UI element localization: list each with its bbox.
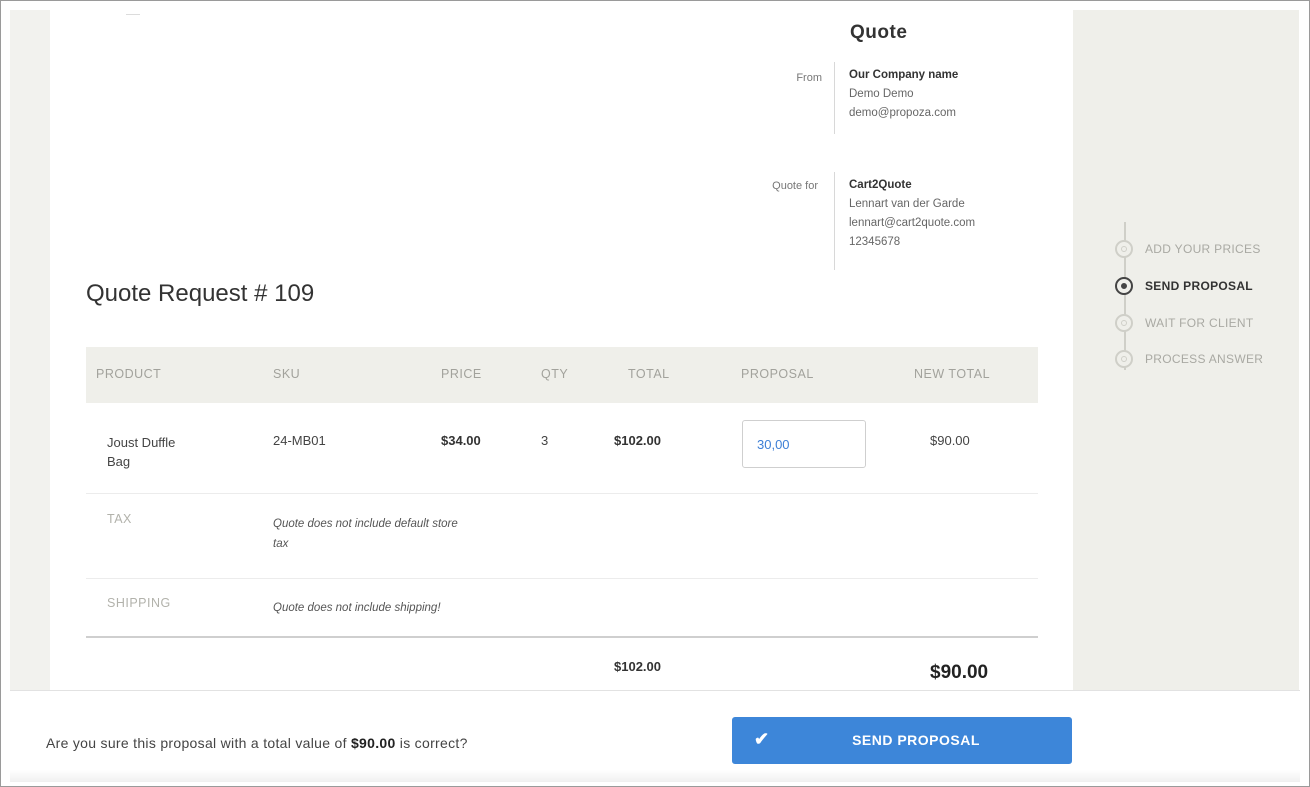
shipping-note: Quote does not include shipping! [273,602,441,614]
table-header: PRODUCT SKU PRICE QTY TOTAL PROPOSAL NEW… [86,347,1038,403]
item-total: $102.00 [614,433,661,448]
totals-divider [86,636,1038,638]
step-pending-icon [1115,240,1133,258]
quote-for-address: Cart2Quote Lennart van der Garde lennart… [849,176,975,252]
step-pending-icon [1115,350,1133,368]
header-product: PRODUCT [96,367,162,381]
grand-new-total: $90.00 [930,662,989,683]
footer-shadow [10,770,1300,782]
from-label: From [796,72,822,84]
item-new-total: $90.00 [930,433,970,448]
step-active-icon [1115,277,1133,295]
grand-total: $102.00 [614,659,661,674]
client-contact-name: Lennart van der Garde [849,198,965,210]
send-proposal-label: SEND PROPOSAL [852,732,980,748]
progress-panel [1073,10,1299,690]
row-divider [86,493,1038,494]
send-proposal-button[interactable]: ✔ SEND PROPOSAL [732,717,1072,764]
from-company-name: Our Company name [849,69,959,81]
header-price: PRICE [441,367,482,381]
item-price: $34.00 [441,433,481,448]
step-label: ADD YOUR PRICES [1145,242,1261,256]
step-pending-icon [1115,314,1133,332]
row-divider [86,578,1038,579]
tax-note: Quote does not include default store tax [273,518,458,550]
step-label: PROCESS ANSWER [1145,352,1264,366]
item-qty: 3 [541,433,549,448]
header-sku: SKU [273,367,301,381]
header-qty: QTY [541,367,569,381]
from-email: demo@propoza.com [849,107,956,119]
confirm-message: Are you sure this proposal with a total … [46,735,468,751]
header-proposal: PROPOSAL [741,367,814,381]
from-divider [834,62,835,134]
step-label: WAIT FOR CLIENT [1145,316,1254,330]
client-phone: 12345678 [849,236,901,248]
from-address: Our Company name Demo Demo demo@propoza.… [849,66,958,123]
quote-title: Quote [850,22,908,43]
confirm-value: $90.00 [350,735,396,751]
quote-request-title: Quote Request # 109 [86,280,315,307]
quote-for-divider [834,172,835,270]
client-email: lennart@cart2quote.com [849,217,976,229]
client-company-name: Cart2Quote [849,179,912,191]
header-total: TOTAL [628,367,670,381]
step-label: SEND PROPOSAL [1145,279,1253,293]
confirm-prefix: Are you sure this proposal with a total … [46,735,351,751]
item-sku: 24-MB01 [273,433,326,448]
quote-for-label: Quote for [772,180,818,192]
confirm-suffix: is correct? [395,735,468,751]
header-new-total: NEW TOTAL [914,367,991,381]
proposal-price-input[interactable] [742,420,866,468]
shipping-label: SHIPPING [107,596,171,610]
divider [126,14,140,15]
left-gutter [10,10,50,690]
item-product: Joust Duffle Bag [107,435,176,469]
tax-label: TAX [107,512,132,526]
from-contact-name: Demo Demo [849,88,914,100]
